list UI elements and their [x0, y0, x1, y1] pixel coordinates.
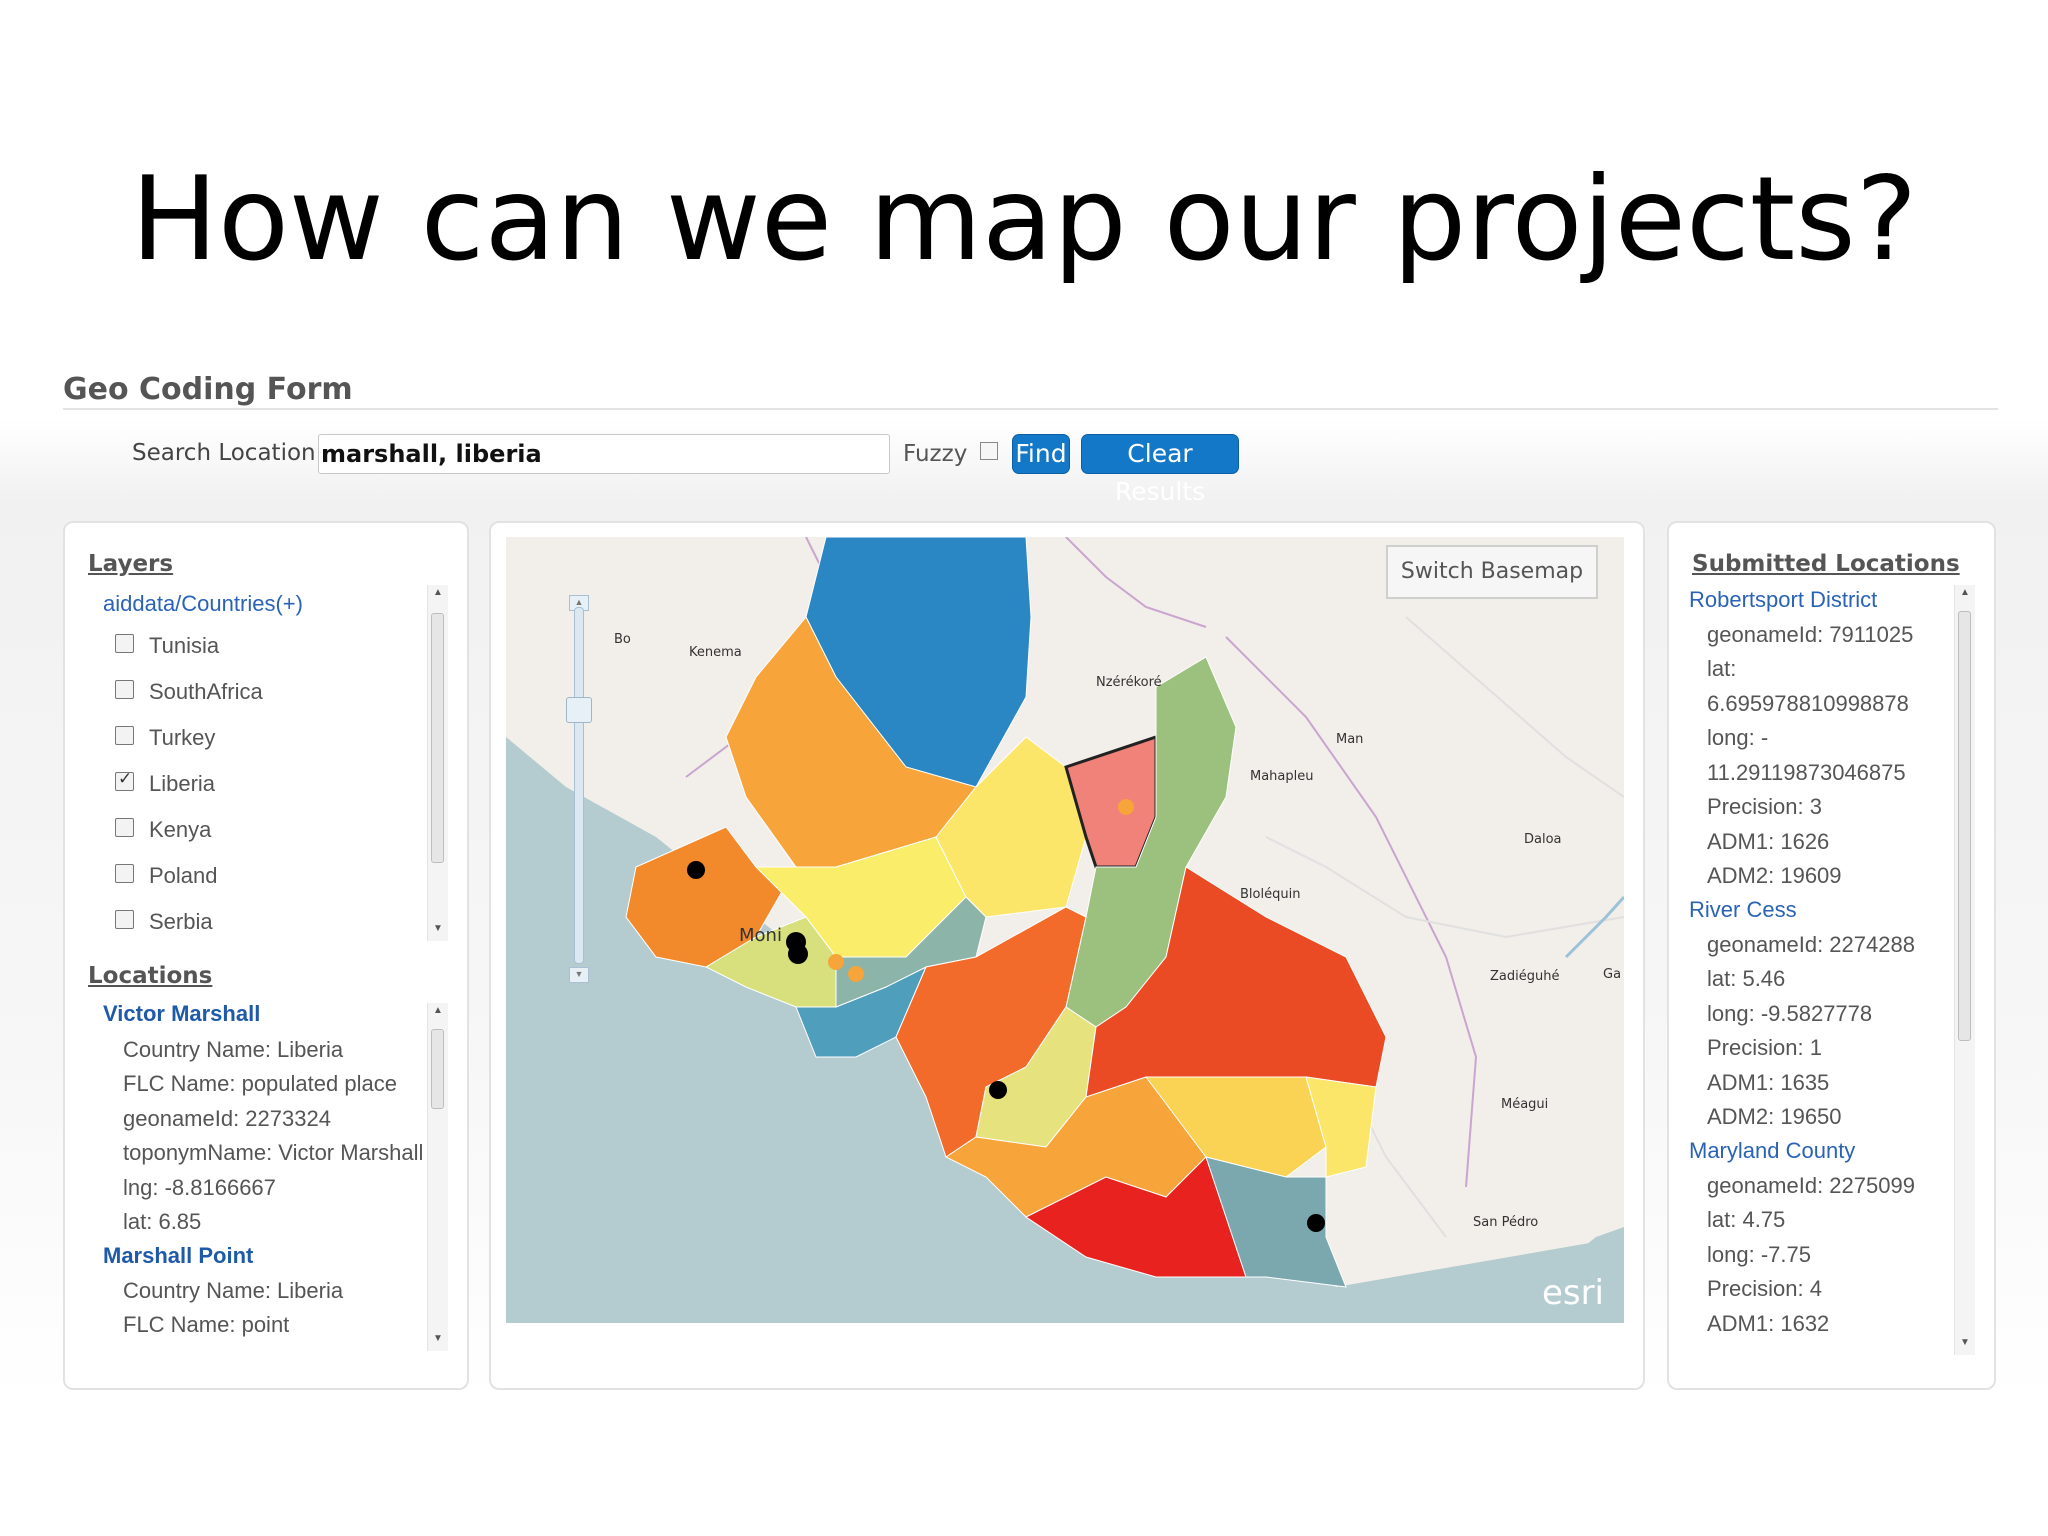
submitted-scrollbar[interactable]: ▲ ▼ [1954, 585, 1975, 1355]
scroll-thumb[interactable] [431, 613, 444, 863]
scroll-down-icon[interactable]: ▼ [428, 923, 448, 934]
submitted-location-title[interactable]: Maryland County [1689, 1138, 1855, 1164]
submitted-locations-heading: Submitted Locations [1692, 551, 1960, 577]
layers-scrollbar[interactable]: ▲ ▼ [427, 585, 448, 941]
submitted-field: ADM2: 19609 [1707, 863, 1842, 888]
submitted-field: ADM1: 1632 [1707, 1311, 1830, 1336]
location-field: Country Name: Liberia [123, 1278, 344, 1303]
location-result-title[interactable]: Marshall Point [103, 1243, 253, 1269]
clear-results-button[interactable]: Clear Results [1081, 434, 1239, 506]
scroll-thumb[interactable] [431, 1029, 444, 1109]
layer-label: Kenya [149, 817, 212, 842]
layer-label: SouthAfrica [149, 679, 263, 704]
layer-label: Liberia [149, 771, 216, 796]
map-place-label: Kenema [689, 645, 742, 660]
scroll-up-icon[interactable]: ▲ [1955, 587, 1975, 598]
submitted-field: geonameId: 2274288 [1707, 932, 1915, 957]
layers-heading: Layers [88, 551, 174, 577]
location-field: FLC Name: point [123, 1312, 290, 1337]
slide-title: How can we map our projects? [130, 152, 1918, 287]
map-place-label: Nzérékoré [1096, 675, 1162, 690]
submitted-field: 11.29119873046875 [1707, 760, 1906, 785]
submitted-location-title[interactable]: River Cess [1689, 897, 1797, 923]
map-place-label: Bo [614, 632, 631, 647]
submitted-field: lat: [1707, 656, 1737, 681]
map-place-label: Ga [1603, 967, 1622, 982]
submitted-field: Precision: 3 [1707, 794, 1822, 819]
layers-locations-panel: Layers aiddata/Countries(+) Tunisia Sout… [63, 521, 469, 1390]
submitted-field: long: -7.75 [1707, 1242, 1811, 1267]
location-field: toponymName: Victor Marshall [123, 1140, 424, 1165]
scroll-down-icon[interactable]: ▼ [428, 1333, 448, 1344]
scroll-up-icon[interactable]: ▲ [428, 587, 448, 598]
submitted-field: geonameId: 2275099 [1707, 1173, 1915, 1198]
location-field: Country Name: Liberia [123, 1037, 344, 1062]
submitted-field: ADM2: 19650 [1707, 1104, 1842, 1129]
find-button[interactable]: Find [1012, 434, 1070, 474]
submitted-field: geonameId: 7911025 [1707, 622, 1914, 647]
map-place-label: Mahapleu [1250, 769, 1314, 784]
submitted-locations-panel: Submitted Locations Robertsport District… [1667, 521, 1996, 1390]
map-place-label: Zadiéguhé [1490, 969, 1560, 984]
submitted-field: long: - [1707, 725, 1769, 750]
scroll-thumb[interactable] [1958, 611, 1971, 1041]
map-place-label: Moni [739, 925, 782, 946]
submitted-field: ADM1: 1626 [1707, 829, 1830, 854]
location-field: lng: -8.8166667 [123, 1175, 276, 1200]
layer-checkbox[interactable] [115, 726, 134, 745]
submitted-field: lat: 4.75 [1707, 1207, 1786, 1232]
submitted-field: lat: 5.46 [1707, 966, 1786, 991]
form-divider [63, 408, 1998, 410]
layer-label: Turkey [149, 725, 216, 750]
liberia-choropleth-map [506, 537, 1624, 1323]
location-field: lat: 6.85 [123, 1209, 202, 1234]
zoom-slider-handle[interactable] [566, 697, 592, 723]
locations-heading: Locations [88, 963, 213, 989]
zoom-out-icon[interactable]: ▼ [569, 967, 589, 983]
submitted-field: Precision: 1 [1707, 1035, 1822, 1060]
submitted-location-title[interactable]: Robertsport District [1689, 587, 1877, 613]
submitted-field: 6.695978810998878 [1707, 691, 1909, 716]
fuzzy-label: Fuzzy [903, 441, 968, 467]
layer-checkbox-checked[interactable] [115, 769, 134, 791]
map-place-label: Daloa [1524, 832, 1562, 847]
scroll-up-icon[interactable]: ▲ [428, 1005, 448, 1016]
map-place-label: Méagui [1501, 1097, 1549, 1112]
location-result-title[interactable]: Victor Marshall [103, 1001, 260, 1027]
map-place-label: Bloléquin [1240, 887, 1301, 902]
zoom-slider-track[interactable] [574, 607, 584, 964]
map-place-label: Man [1336, 732, 1364, 747]
submitted-field: long: -9.5827778 [1707, 1001, 1873, 1026]
fuzzy-checkbox[interactable] [980, 442, 998, 460]
map-place-label: San Pédro [1473, 1215, 1539, 1230]
map-view[interactable]: Bo Kenema Nzérékoré Man Mahapleu Daloa B… [506, 537, 1624, 1323]
layer-group-link[interactable]: aiddata/Countries(+) [103, 591, 303, 617]
layer-checkbox[interactable] [115, 680, 134, 699]
location-field: FLC Name: populated place [123, 1071, 397, 1096]
esri-logo: esri [1541, 1273, 1604, 1313]
layer-label: Poland [149, 863, 218, 888]
submitted-field: ADM1: 1635 [1707, 1070, 1830, 1095]
layer-checkbox[interactable] [115, 910, 134, 929]
layer-label: Serbia [149, 909, 213, 934]
location-field: geonameId: 2273324 [123, 1106, 331, 1131]
switch-basemap-button[interactable]: Switch Basemap [1386, 545, 1598, 599]
submitted-field: Precision: 4 [1707, 1276, 1822, 1301]
form-title: Geo Coding Form [63, 372, 353, 407]
search-location-label: Search Location [132, 440, 316, 466]
layer-checkbox[interactable] [115, 818, 134, 837]
layer-checkbox[interactable] [115, 634, 134, 653]
scroll-down-icon[interactable]: ▼ [1955, 1337, 1975, 1348]
locations-scrollbar[interactable]: ▲ ▼ [427, 1003, 448, 1351]
layer-label: Tunisia [149, 633, 220, 658]
search-location-input[interactable] [318, 434, 890, 474]
layer-checkbox[interactable] [115, 864, 134, 883]
